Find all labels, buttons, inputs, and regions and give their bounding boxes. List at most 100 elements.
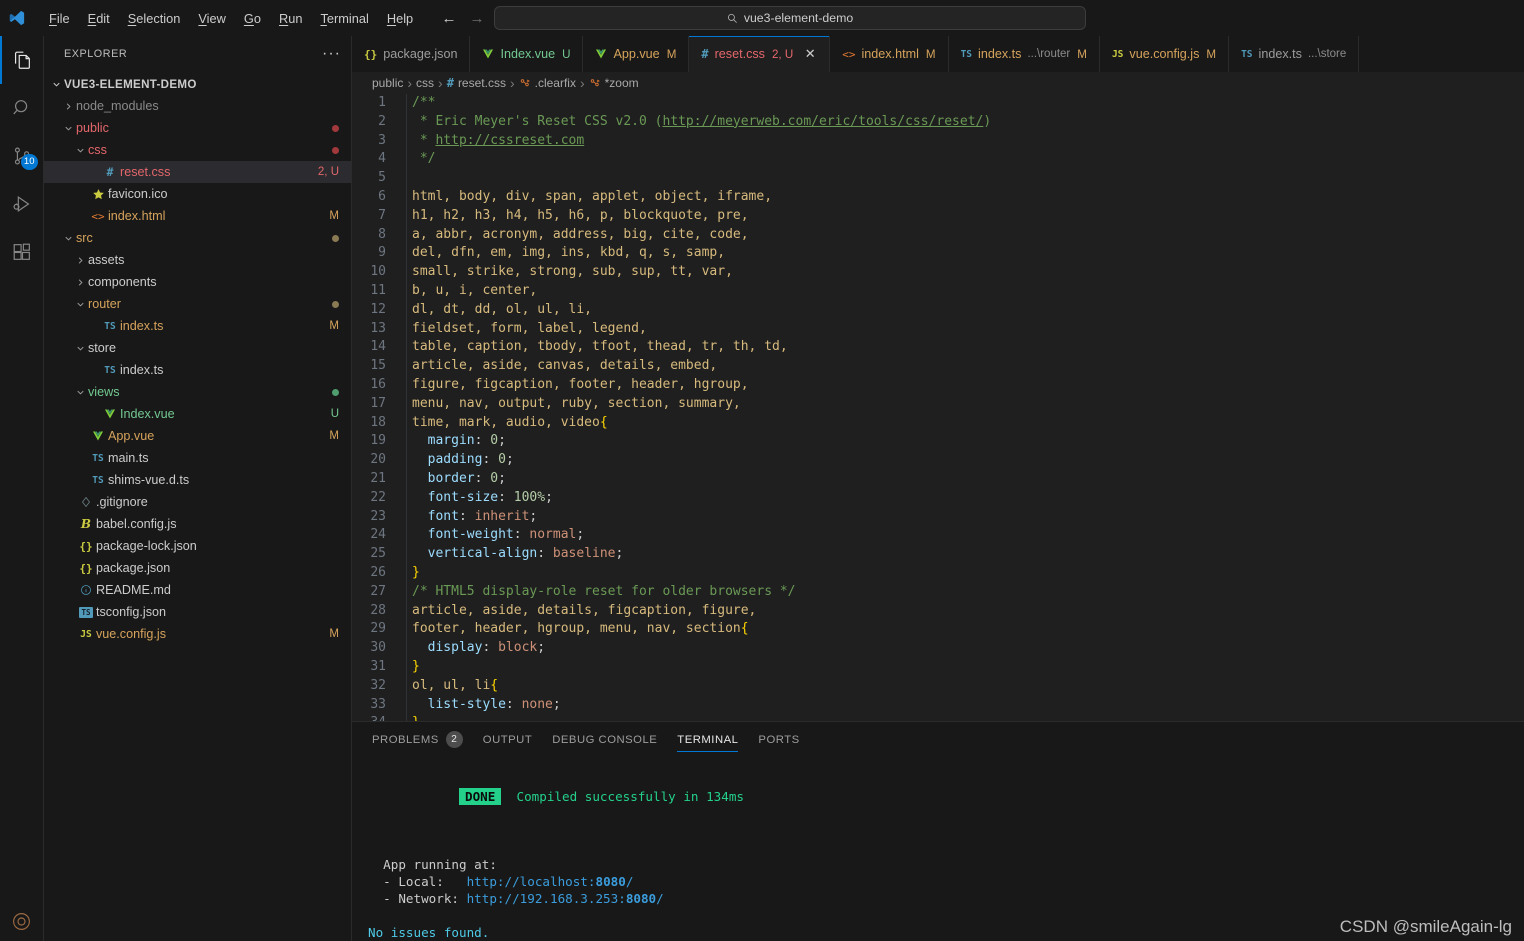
- code-line[interactable]: }: [412, 658, 1480, 677]
- arrow-right-icon[interactable]: →: [466, 7, 488, 29]
- search-icon[interactable]: [0, 84, 44, 132]
- tree-item-favicon-ico[interactable]: favicon.ico: [44, 183, 351, 205]
- code-line[interactable]: font-weight: normal;: [412, 526, 1480, 545]
- run-and-debug-icon[interactable]: [0, 180, 44, 228]
- panel-tab-terminal[interactable]: TERMINAL: [677, 722, 738, 757]
- code-line[interactable]: * Eric Meyer's Reset CSS v2.0 (http://me…: [412, 113, 1480, 132]
- code-line[interactable]: time, mark, audio, video{: [412, 414, 1480, 433]
- menu-item-terminal[interactable]: Terminal: [311, 7, 377, 30]
- code-line[interactable]: a, abbr, acronym, address, big, cite, co…: [412, 226, 1480, 245]
- chevron-down-icon[interactable]: [72, 387, 88, 398]
- tree-item-src[interactable]: src: [44, 227, 351, 249]
- menu-item-help[interactable]: Help: [378, 7, 422, 30]
- minimap[interactable]: [1480, 94, 1524, 721]
- code-line[interactable]: figure, figcaption, footer, header, hgro…: [412, 376, 1480, 395]
- editor-tab-index-html[interactable]: <>index.htmlM: [830, 36, 948, 72]
- code-line[interactable]: article, aside, details, figcaption, fig…: [412, 602, 1480, 621]
- editor-tab-reset-css[interactable]: #reset.css2, U✕: [689, 36, 830, 72]
- tree-item-tsconfig-json[interactable]: TStsconfig.json: [44, 601, 351, 623]
- code-line[interactable]: h1, h2, h3, h4, h5, h6, p, blockquote, p…: [412, 207, 1480, 226]
- tree-item-vue-config-js[interactable]: JSvue.config.jsM: [44, 623, 351, 645]
- tree-item-shims-vue-d-ts[interactable]: TSshims-vue.d.ts: [44, 469, 351, 491]
- code-line[interactable]: menu, nav, output, ruby, section, summar…: [412, 395, 1480, 414]
- tree-item-store[interactable]: store: [44, 337, 351, 359]
- extensions-icon[interactable]: [0, 228, 44, 276]
- panel-tab-ports[interactable]: PORTS: [758, 722, 799, 757]
- chevron-down-icon[interactable]: [72, 145, 88, 156]
- menu-item-file[interactable]: File: [40, 7, 79, 30]
- close-icon[interactable]: ✕: [803, 46, 817, 62]
- code-editor[interactable]: 1234567891011121314151617181920212223242…: [352, 94, 1524, 721]
- breadcrumb-item-reset-css[interactable]: #reset.css: [447, 76, 506, 90]
- code-line[interactable]: /* HTML5 display-role reset for older br…: [412, 583, 1480, 602]
- tree-root-row[interactable]: VUE3-ELEMENT-DEMO: [44, 73, 351, 95]
- editor-tab-package-json[interactable]: {}package.json: [352, 36, 470, 72]
- panel-tab-problems[interactable]: PROBLEMS2: [372, 722, 463, 757]
- tree-item-index-html[interactable]: <>index.htmlM: [44, 205, 351, 227]
- panel-tab-debug-console[interactable]: DEBUG CONSOLE: [552, 722, 657, 757]
- tree-item-views[interactable]: views: [44, 381, 351, 403]
- code-content[interactable]: /** * Eric Meyer's Reset CSS v2.0 (http:…: [406, 94, 1480, 721]
- chevron-right-icon[interactable]: [72, 277, 88, 288]
- editor-tab-vue-config-js[interactable]: JSvue.config.jsM: [1100, 36, 1229, 72]
- code-area[interactable]: 1234567891011121314151617181920212223242…: [352, 94, 1480, 721]
- code-line[interactable]: margin: 0;: [412, 432, 1480, 451]
- chevron-down-icon[interactable]: [60, 233, 76, 244]
- code-line[interactable]: del, dfn, em, img, ins, kbd, q, s, samp,: [412, 244, 1480, 263]
- chevron-down-icon[interactable]: [72, 343, 88, 354]
- tree-item-main-ts[interactable]: TSmain.ts: [44, 447, 351, 469]
- tree-item-node-modules[interactable]: node_modules: [44, 95, 351, 117]
- breadcrumb-item--clearfix[interactable]: .clearfix: [519, 76, 576, 90]
- tree-item-package-lock-json[interactable]: {}package-lock.json: [44, 535, 351, 557]
- code-line[interactable]: small, strike, strong, sub, sup, tt, var…: [412, 263, 1480, 282]
- tree-item-babel-config-js[interactable]: Bbabel.config.js: [44, 513, 351, 535]
- arrow-left-icon[interactable]: ←: [438, 7, 460, 29]
- code-line[interactable]: html, body, div, span, applet, object, i…: [412, 188, 1480, 207]
- code-line[interactable]: }: [412, 714, 1480, 721]
- editor-tab-app-vue[interactable]: App.vueM: [583, 36, 689, 72]
- tree-item-router[interactable]: router: [44, 293, 351, 315]
- tree-item-reset-css[interactable]: #reset.css2, U: [44, 161, 351, 183]
- editor-tab-index-ts[interactable]: TSindex.ts...\routerM: [949, 36, 1100, 72]
- code-line[interactable]: font: inherit;: [412, 508, 1480, 527]
- menu-item-go[interactable]: Go: [235, 7, 270, 30]
- code-line[interactable]: ol, ul, li{: [412, 677, 1480, 696]
- code-line[interactable]: list-style: none;: [412, 696, 1480, 715]
- code-line[interactable]: fieldset, form, label, legend,: [412, 320, 1480, 339]
- chevron-right-icon[interactable]: [60, 101, 76, 112]
- code-line[interactable]: footer, header, hgroup, menu, nav, secti…: [412, 620, 1480, 639]
- code-line[interactable]: /**: [412, 94, 1480, 113]
- tree-item-css[interactable]: css: [44, 139, 351, 161]
- terminal-output[interactable]: DONE Compiled successfully in 134ms App …: [352, 757, 1524, 941]
- panel-tab-output[interactable]: OUTPUT: [483, 722, 532, 757]
- code-line[interactable]: }: [412, 564, 1480, 583]
- source-control-icon[interactable]: 10: [0, 132, 44, 180]
- breadcrumb-item-css[interactable]: css: [416, 76, 434, 90]
- chevron-down-icon[interactable]: [60, 123, 76, 134]
- code-line[interactable]: border: 0;: [412, 470, 1480, 489]
- code-line[interactable]: * http://cssreset.com: [412, 132, 1480, 151]
- tree-item-index-ts[interactable]: TSindex.tsM: [44, 315, 351, 337]
- tree-item-package-json[interactable]: {}package.json: [44, 557, 351, 579]
- tree-item-index-ts[interactable]: TSindex.ts: [44, 359, 351, 381]
- chevron-down-icon[interactable]: [72, 299, 88, 310]
- tree-item-readme-md[interactable]: README.md: [44, 579, 351, 601]
- code-line[interactable]: display: block;: [412, 639, 1480, 658]
- breadcrumb-item-public[interactable]: public: [372, 76, 403, 90]
- code-line[interactable]: b, u, i, center,: [412, 282, 1480, 301]
- chevron-right-icon[interactable]: [72, 255, 88, 266]
- tree-item-assets[interactable]: assets: [44, 249, 351, 271]
- code-line[interactable]: [412, 169, 1480, 188]
- menu-item-view[interactable]: View: [189, 7, 235, 30]
- code-line[interactable]: padding: 0;: [412, 451, 1480, 470]
- more-actions-icon[interactable]: ···: [322, 49, 341, 59]
- tree-item--gitignore[interactable]: .gitignore: [44, 491, 351, 513]
- editor-tab-index-ts[interactable]: TSindex.ts...\store: [1229, 36, 1359, 72]
- tree-item-app-vue[interactable]: App.vueM: [44, 425, 351, 447]
- code-line[interactable]: article, aside, canvas, details, embed,: [412, 357, 1480, 376]
- editor-tab-index-vue[interactable]: Index.vueU: [470, 36, 583, 72]
- account-icon[interactable]: [0, 901, 44, 941]
- code-line[interactable]: vertical-align: baseline;: [412, 545, 1480, 564]
- quick-open-input[interactable]: vue3-element-demo: [494, 6, 1086, 30]
- tree-item-public[interactable]: public: [44, 117, 351, 139]
